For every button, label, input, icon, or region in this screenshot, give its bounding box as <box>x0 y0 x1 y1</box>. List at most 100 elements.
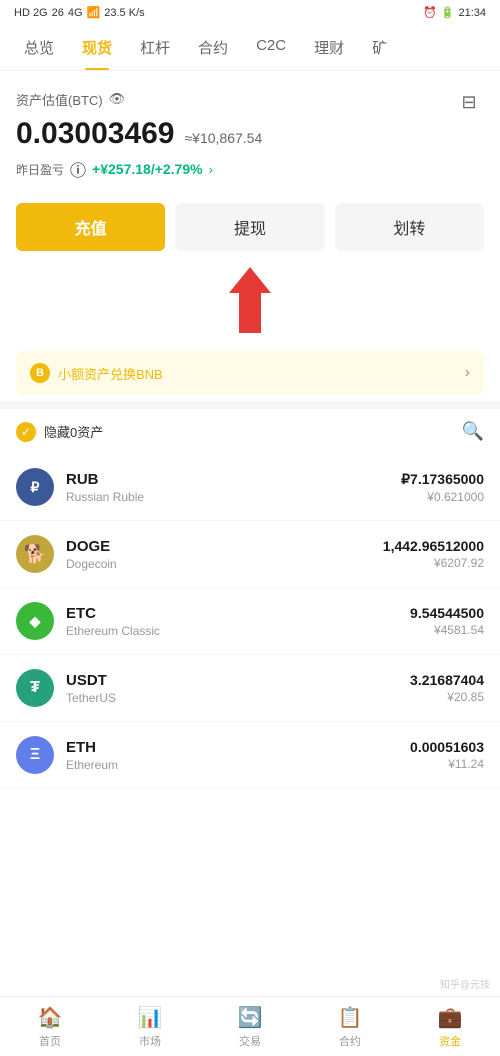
withdraw-button[interactable]: 提现 <box>175 203 324 251</box>
asset-label: 资产估值(BTC) 👁 <box>16 90 125 109</box>
doge-symbol: DOGE <box>66 538 383 555</box>
btc-value: 0.03003469 <box>16 117 175 151</box>
etc-amount: 9.54544500 <box>410 605 484 621</box>
deposit-button[interactable]: 充值 <box>16 203 165 251</box>
cny-approx: ≈¥10,867.54 <box>185 130 263 146</box>
list-item[interactable]: ₽ RUB Russian Ruble ₽7.17365000 ¥0.62100… <box>0 454 500 521</box>
bottom-nav-trade[interactable]: 🔄 交易 <box>200 997 300 1056</box>
usdt-info: USDT TetherUS <box>66 672 410 705</box>
trade-label: 交易 <box>239 1033 261 1049</box>
trade-icon: 🔄 <box>238 1005 263 1030</box>
filter-row: ✓ 隐藏0资产 🔍 <box>0 409 500 454</box>
arrow-up-indicator <box>225 265 275 335</box>
doge-amount: 1,442.96512000 <box>383 538 484 554</box>
rub-info: RUB Russian Ruble <box>66 471 401 504</box>
rub-symbol: RUB <box>66 471 401 488</box>
alarm-icon: ⏰ <box>423 6 437 19</box>
rub-name: Russian Ruble <box>66 490 401 504</box>
search-icon[interactable]: 🔍 <box>462 421 484 442</box>
bottom-nav-funds[interactable]: 💼 资金 <box>400 997 500 1056</box>
tab-overview[interactable]: 总览 <box>10 25 68 70</box>
bottom-nav-home[interactable]: 🏠 首页 <box>0 997 100 1056</box>
eth-logo: Ξ <box>16 736 54 774</box>
asset-value-row: 0.03003469 ≈¥10,867.54 <box>16 117 484 151</box>
etc-info: ETC Ethereum Classic <box>66 605 410 638</box>
doge-cny: ¥6207.92 <box>383 556 484 570</box>
status-bar: HD 2G 26 4G 📶 23.5 K/s ⏰ 🔋 21:34 <box>0 0 500 25</box>
bottom-nav-market[interactable]: 📊 市场 <box>100 997 200 1056</box>
bnb-banner[interactable]: B 小额资产兑换BNB › <box>16 351 484 395</box>
record-button[interactable]: ⊟ <box>454 87 484 117</box>
etc-values: 9.54544500 ¥4581.54 <box>410 605 484 637</box>
bottom-nav: 🏠 首页 📊 市场 🔄 交易 📋 合约 💼 资金 <box>0 996 500 1056</box>
transfer-button[interactable]: 划转 <box>335 203 484 251</box>
lte-indicator: 4G <box>68 7 83 19</box>
check-icon[interactable]: ✓ <box>16 422 36 442</box>
network-speed: 23.5 K/s <box>104 7 144 19</box>
eth-symbol: ETH <box>66 739 410 756</box>
status-left: HD 2G 26 4G 📶 23.5 K/s <box>14 6 145 19</box>
list-item[interactable]: ₮ USDT TetherUS 3.21687404 ¥20.85 <box>0 655 500 722</box>
usdt-symbol: USDT <box>66 672 410 689</box>
funds-icon: 💼 <box>438 1005 463 1030</box>
action-buttons: 充值 提现 划转 <box>0 191 500 263</box>
etc-symbol: ETC <box>66 605 410 622</box>
tab-margin[interactable]: 杠杆 <box>126 25 184 70</box>
pnl-row: 昨日盈亏 ⓘ +¥257.18/+2.79% › <box>16 157 484 181</box>
pnl-value: +¥257.18/+2.79% <box>92 161 203 177</box>
bottom-nav-futures[interactable]: 📋 合约 <box>300 997 400 1056</box>
pnl-label: 昨日盈亏 <box>16 161 64 178</box>
home-label: 首页 <box>39 1033 61 1049</box>
usdt-logo: ₮ <box>16 669 54 707</box>
usdt-name: TetherUS <box>66 691 410 705</box>
market-label: 市场 <box>139 1033 161 1049</box>
list-item[interactable]: ◆ ETC Ethereum Classic 9.54544500 ¥4581.… <box>0 588 500 655</box>
wifi-icon: 📶 <box>87 6 101 19</box>
etc-name: Ethereum Classic <box>66 624 410 638</box>
status-right: ⏰ 🔋 21:34 <box>423 6 486 19</box>
etc-logo: ◆ <box>16 602 54 640</box>
bnb-text: B 小额资产兑换BNB <box>30 363 163 383</box>
funds-label: 资金 <box>439 1033 461 1049</box>
bnb-label: 小额资产兑换BNB <box>58 364 163 383</box>
list-item[interactable]: 🐕 DOGE Dogecoin 1,442.96512000 ¥6207.92 <box>0 521 500 588</box>
time-display: 21:34 <box>458 7 486 19</box>
asset-section: 资产估值(BTC) 👁 ⊟ 0.03003469 ≈¥10,867.54 昨日盈… <box>0 71 500 191</box>
eth-values: 0.00051603 ¥11.24 <box>410 739 484 771</box>
eye-icon[interactable]: 👁 <box>109 91 126 107</box>
market-icon: 📊 <box>138 1005 163 1030</box>
eth-name: Ethereum <box>66 758 410 772</box>
list-item[interactable]: Ξ ETH Ethereum 0.00051603 ¥11.24 <box>0 722 500 789</box>
doge-values: 1,442.96512000 ¥6207.92 <box>383 538 484 570</box>
doge-info: DOGE Dogecoin <box>66 538 383 571</box>
futures-label: 合约 <box>339 1033 361 1049</box>
filter-left: ✓ 隐藏0资产 <box>16 422 103 442</box>
section-divider <box>0 401 500 409</box>
usdt-cny: ¥20.85 <box>410 690 484 704</box>
network-indicator: HD 2G <box>14 7 48 19</box>
arrow-annotation <box>0 263 500 345</box>
pnl-arrow[interactable]: › <box>209 162 213 177</box>
rub-cny: ¥0.621000 <box>401 490 484 504</box>
home-icon: 🏠 <box>38 1005 63 1030</box>
eth-info: ETH Ethereum <box>66 739 410 772</box>
rub-amount: ₽7.17365000 <box>401 471 484 488</box>
tab-c2c[interactable]: C2C <box>242 25 300 70</box>
doge-logo: 🐕 <box>16 535 54 573</box>
usdt-values: 3.21687404 ¥20.85 <box>410 672 484 704</box>
tab-earn[interactable]: 理财 <box>300 25 358 70</box>
bnb-chevron-icon: › <box>465 364 470 382</box>
tab-mining[interactable]: 矿 <box>358 25 401 70</box>
bnb-icon: B <box>30 363 50 383</box>
tab-spot[interactable]: 现货 <box>68 25 126 70</box>
nav-tabs: 总览 现货 杠杆 合约 C2C 理财 矿 <box>0 25 500 71</box>
rub-values: ₽7.17365000 ¥0.621000 <box>401 471 484 504</box>
futures-icon: 📋 <box>338 1005 363 1030</box>
battery-icon: 🔋 <box>441 6 455 19</box>
hide-zero-label: 隐藏0资产 <box>44 422 103 441</box>
watermark: 知乎@元技 <box>440 976 490 991</box>
signal-bars: 26 <box>52 7 64 19</box>
etc-cny: ¥4581.54 <box>410 623 484 637</box>
doge-name: Dogecoin <box>66 557 383 571</box>
tab-futures[interactable]: 合约 <box>184 25 242 70</box>
